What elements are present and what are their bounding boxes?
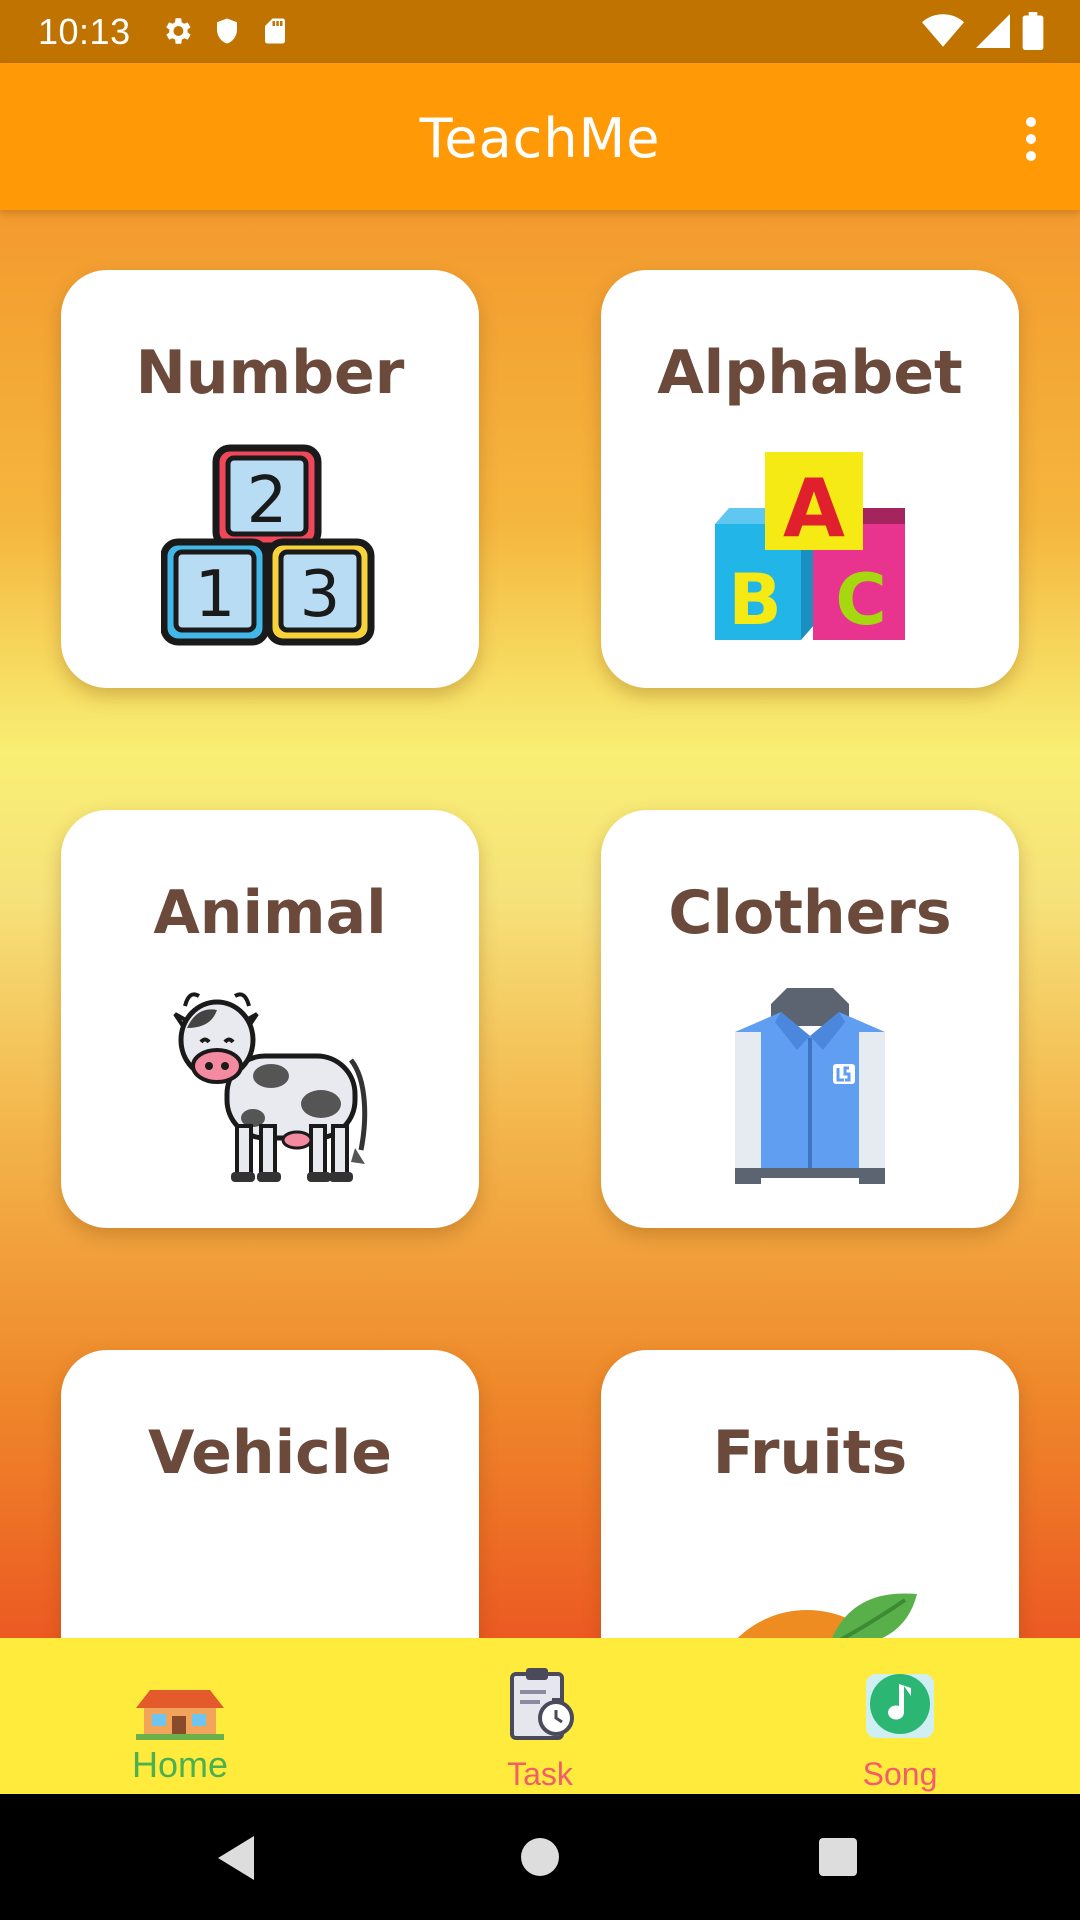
category-label: Clothers bbox=[668, 878, 952, 948]
jacket-icon bbox=[735, 988, 885, 1184]
back-icon[interactable] bbox=[214, 1834, 260, 1882]
sd-card-icon bbox=[265, 18, 285, 44]
category-card-clothers[interactable]: Clothers bbox=[601, 810, 1019, 1228]
app-bar: TeachMe bbox=[0, 63, 1080, 210]
status-bar: 10:13 bbox=[0, 0, 1080, 63]
nav-item-home[interactable]: Home bbox=[0, 1638, 360, 1794]
nav-item-task[interactable]: Task bbox=[360, 1638, 720, 1794]
music-note-icon bbox=[866, 1674, 934, 1738]
category-grid[interactable]: Number 2 1 3 Alphabet A B C Animal Cloth… bbox=[0, 210, 1080, 1638]
nav-item-song[interactable]: Song bbox=[720, 1638, 1080, 1794]
cow-icon bbox=[173, 992, 368, 1182]
nav-label-home: Home bbox=[131, 1744, 229, 1785]
orange-icon bbox=[737, 1593, 917, 1638]
recents-square-icon[interactable] bbox=[818, 1837, 858, 1877]
digit-label: 2 bbox=[247, 464, 288, 538]
nav-label-song: Song bbox=[862, 1756, 938, 1792]
gear-icon bbox=[166, 18, 191, 44]
letter-label: C bbox=[835, 559, 886, 641]
letter-label: A bbox=[783, 462, 845, 555]
shield-icon bbox=[217, 18, 237, 44]
category-card-alphabet[interactable]: Alphabet A B C bbox=[601, 270, 1019, 688]
status-time: 10:13 bbox=[38, 11, 131, 52]
digit-label: 1 bbox=[195, 558, 236, 632]
category-card-vehicle[interactable]: Vehicle bbox=[61, 1350, 479, 1638]
category-label: Alphabet bbox=[657, 338, 963, 408]
app-title: TeachMe bbox=[419, 107, 661, 170]
house-icon bbox=[136, 1690, 224, 1740]
nav-label-task: Task bbox=[507, 1756, 573, 1792]
bottom-navigation: Home Task Song bbox=[0, 1638, 1080, 1794]
category-card-fruits[interactable]: Fruits bbox=[601, 1350, 1019, 1638]
category-label: Number bbox=[135, 338, 405, 408]
digit-label: 3 bbox=[300, 558, 341, 632]
signal-icon bbox=[976, 14, 1010, 48]
category-label: Fruits bbox=[712, 1418, 908, 1488]
more-vert-icon[interactable] bbox=[1016, 115, 1046, 163]
clipboard-stopwatch-icon bbox=[510, 1668, 574, 1740]
battery-icon bbox=[1022, 12, 1044, 50]
letter-label: B bbox=[728, 559, 781, 641]
taxi-icon bbox=[161, 1520, 379, 1638]
category-card-animal[interactable]: Animal bbox=[61, 810, 479, 1228]
category-label: Vehicle bbox=[148, 1418, 392, 1488]
system-navigation-bar bbox=[0, 1794, 1080, 1920]
abc-blocks-icon: A B C bbox=[715, 452, 905, 641]
wifi-icon bbox=[922, 14, 964, 47]
home-circle-icon[interactable] bbox=[519, 1836, 561, 1878]
number-blocks-icon: 2 1 3 bbox=[161, 444, 375, 646]
category-card-number[interactable]: Number 2 1 3 bbox=[61, 270, 479, 688]
category-label: Animal bbox=[153, 878, 387, 948]
